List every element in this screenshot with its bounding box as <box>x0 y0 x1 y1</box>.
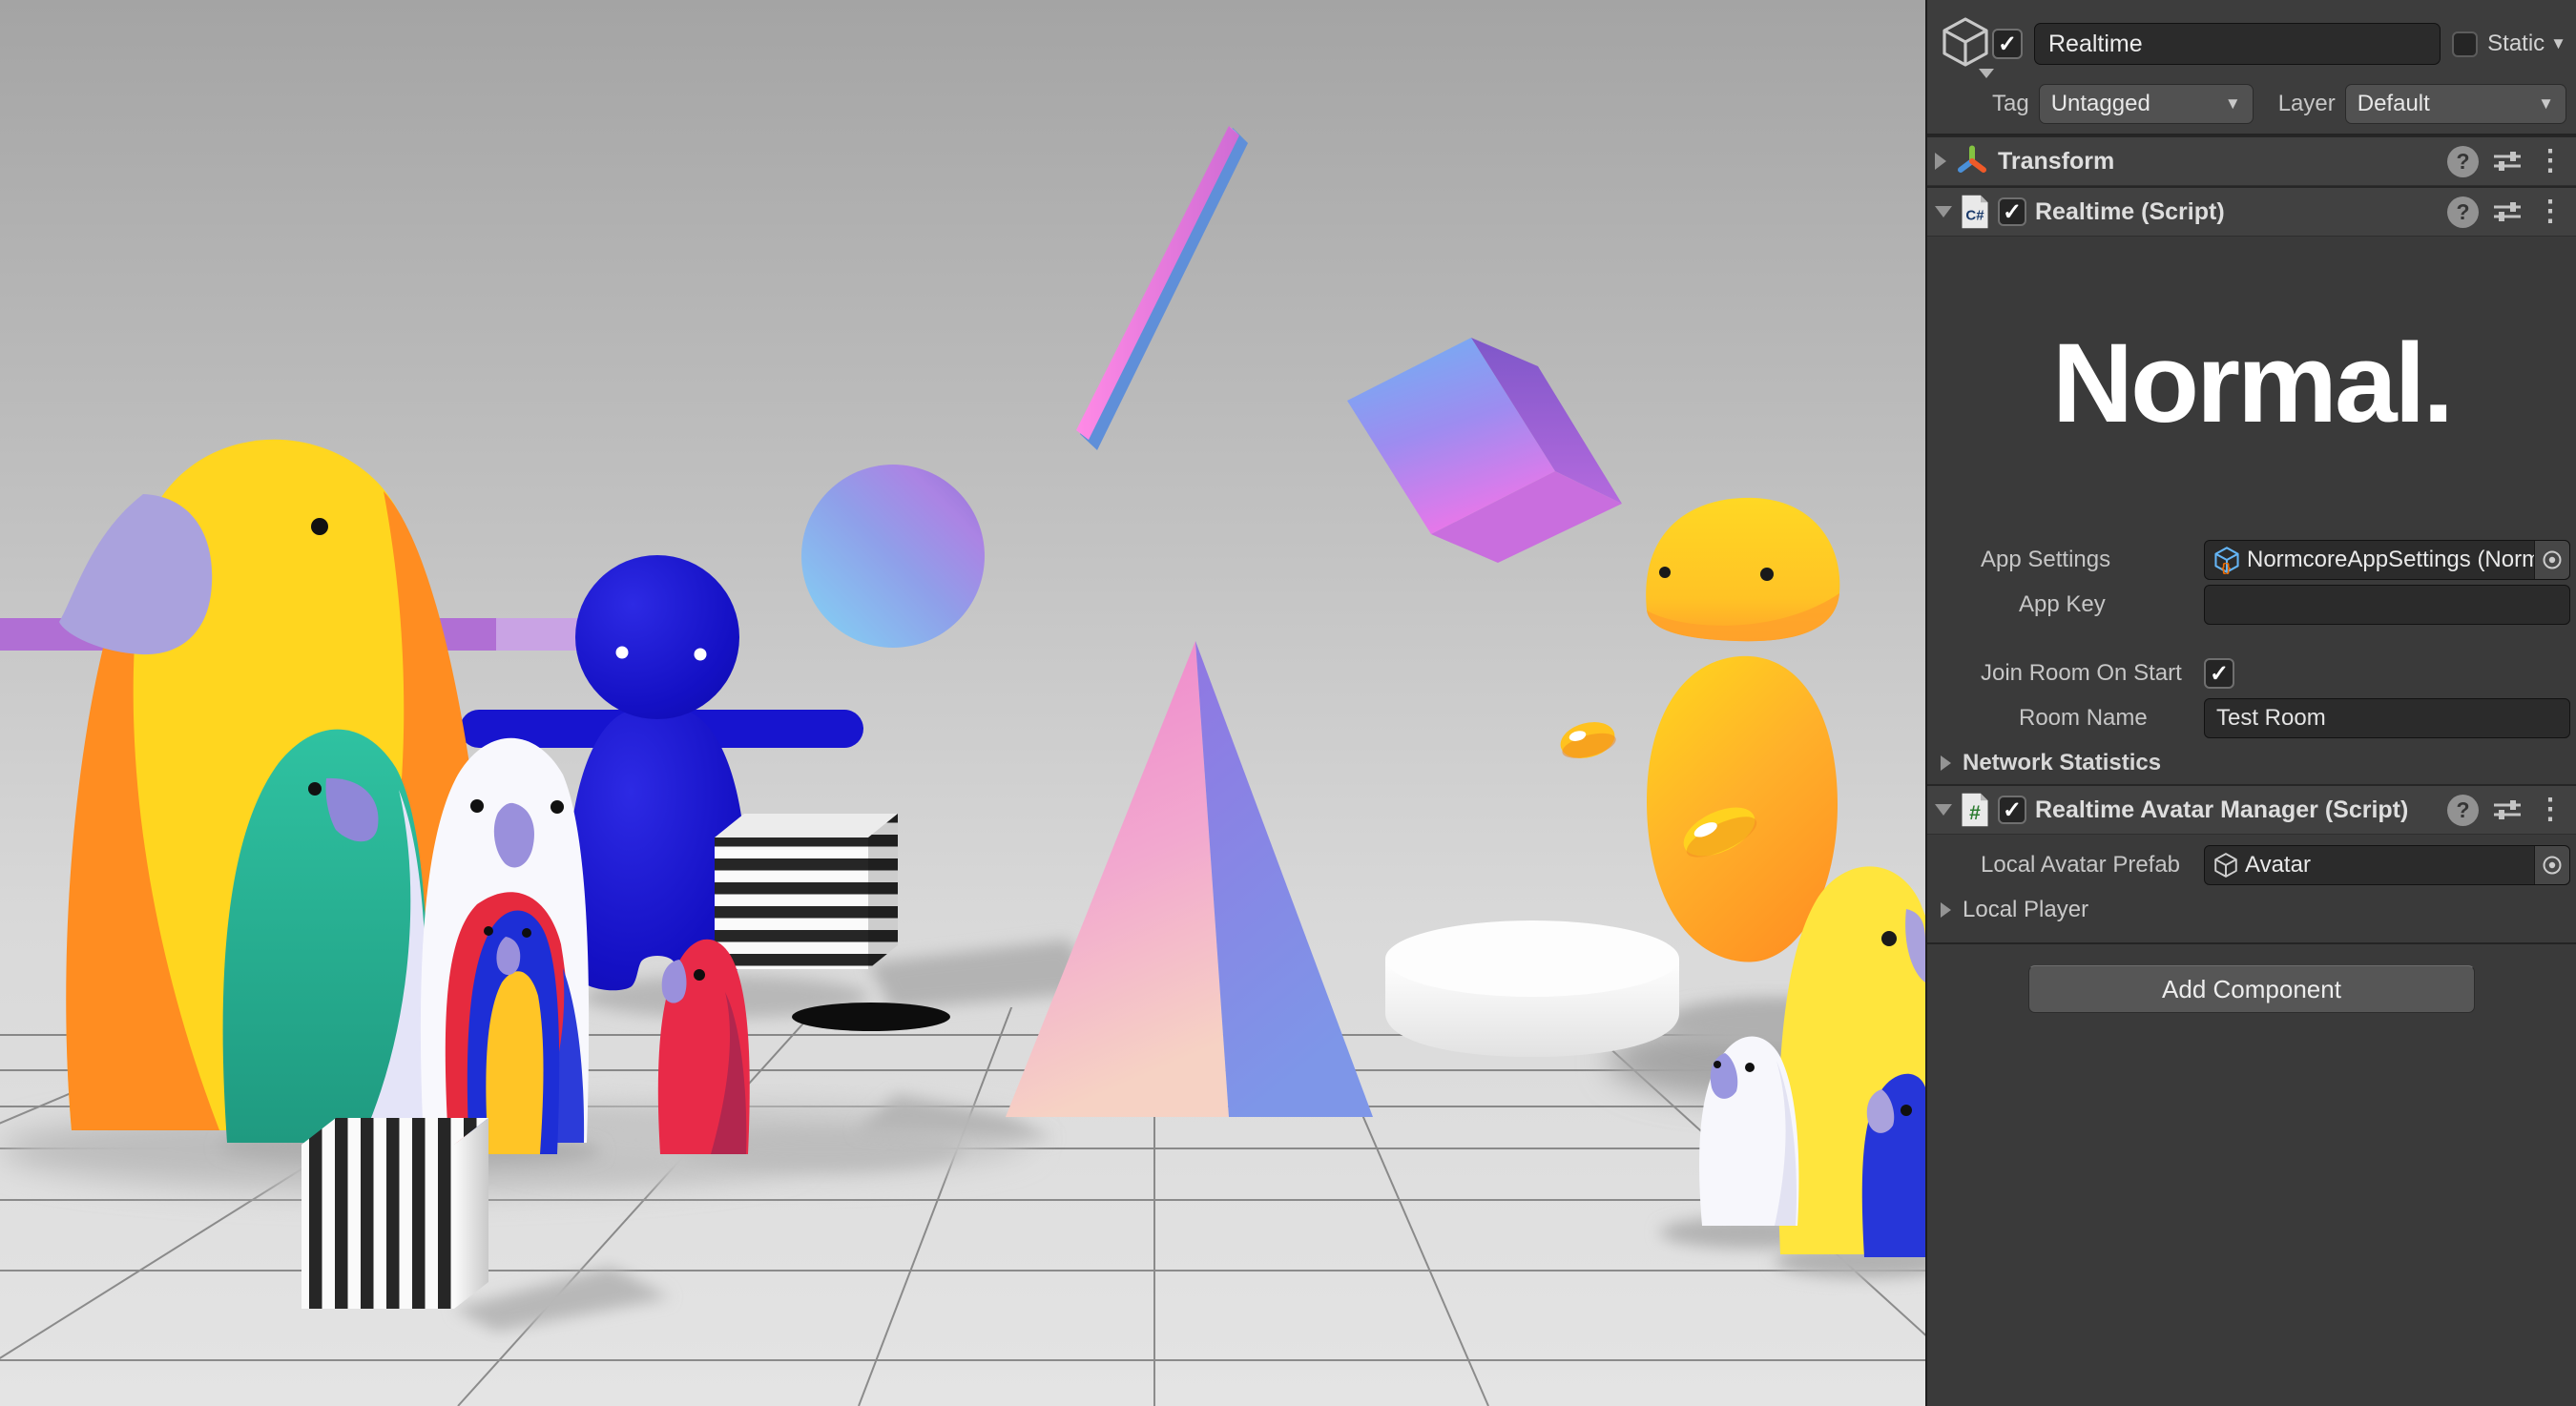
inspector-panel: ✓ Static ▼ Tag Untagged ▼ Layer Default … <box>1925 0 2576 1406</box>
tag-value: Untagged <box>2051 91 2150 117</box>
layer-label: Layer <box>2278 91 2336 117</box>
app-key-input[interactable] <box>2204 585 2570 625</box>
svg-text:#: # <box>1969 802 1981 824</box>
red-penguin[interactable] <box>658 940 750 1154</box>
local-avatar-prefab-row: Local Avatar Prefab Avatar <box>1927 844 2570 886</box>
tag-dropdown-arrow: ▼ <box>2212 94 2241 114</box>
static-dropdown-arrow[interactable]: ▼ <box>2550 34 2566 53</box>
normal-logo: Normal. <box>1927 237 2576 536</box>
foldout-arrow <box>1941 755 1951 771</box>
csharp-script-icon: # <box>1961 792 1989 828</box>
local-avatar-prefab-field[interactable]: Avatar <box>2204 845 2570 885</box>
more-menu-icon[interactable]: ⋮ <box>2536 197 2565 226</box>
room-name-input[interactable] <box>2204 698 2570 738</box>
right-blue-penguin[interactable] <box>1862 1074 1925 1257</box>
static-checkbox[interactable] <box>2452 31 2478 57</box>
layer-dropdown-arrow: ▼ <box>2524 94 2554 114</box>
more-menu-icon[interactable]: ⋮ <box>2536 796 2565 824</box>
svg-text:{}: {} <box>2221 562 2231 574</box>
app-settings-object-field[interactable]: {} NormcoreAppSettings (Norm <box>2204 540 2570 580</box>
local-player-foldout[interactable]: Local Player <box>1927 889 2576 931</box>
join-room-label: Join Room On Start <box>1927 660 2204 687</box>
gameobject-icon-caret[interactable] <box>1979 69 1994 78</box>
help-icon[interactable]: ? <box>2447 146 2479 177</box>
avatar-manager-header[interactable]: # ✓ Realtime Avatar Manager (Script) ? ⋮ <box>1927 784 2576 835</box>
hole-shadow <box>792 1003 950 1031</box>
transform-header[interactable]: Transform ? ⋮ <box>1927 135 2576 186</box>
realtime-title: Realtime (Script) <box>2035 198 2439 226</box>
presets-icon[interactable] <box>2492 796 2523 823</box>
striped-box[interactable] <box>301 1118 488 1309</box>
layer-value: Default <box>2358 91 2430 117</box>
app-key-row: App Key <box>1927 584 2570 626</box>
local-player-label: Local Player <box>1963 897 2088 923</box>
tag-dropdown[interactable]: Untagged ▼ <box>2039 84 2254 124</box>
realtime-script-header[interactable]: C# ✓ Realtime (Script) ? ⋮ <box>1927 186 2576 237</box>
svg-text:C#: C# <box>1965 207 1984 223</box>
room-name-row: Room Name <box>1927 697 2570 739</box>
avatar-manager-foldout[interactable] <box>1935 804 1952 816</box>
realtime-enabled-checkbox[interactable]: ✓ <box>1998 197 2026 226</box>
normcore-settings-icon: {} <box>2212 546 2241 574</box>
room-name-label: Room Name <box>1927 705 2204 732</box>
gradient-sphere[interactable] <box>801 465 985 648</box>
scene-view[interactable] <box>0 0 1925 1406</box>
avatar-manager-title: Realtime Avatar Manager (Script) <box>2035 796 2439 824</box>
unity-editor-window: ✓ Static ▼ Tag Untagged ▼ Layer Default … <box>0 0 2576 1406</box>
presets-icon[interactable] <box>2492 198 2523 225</box>
network-statistics-label: Network Statistics <box>1963 750 2161 776</box>
check-glyph: ✓ <box>1998 31 2017 58</box>
join-room-row: Join Room On Start ✓ <box>1927 652 2570 694</box>
network-statistics-foldout[interactable]: Network Statistics <box>1927 742 2576 784</box>
app-settings-value: NormcoreAppSettings (Norm <box>2247 547 2534 573</box>
foldout-arrow <box>1941 902 1951 918</box>
transform-title: Transform <box>1998 148 2439 176</box>
gameobject-active-checkbox[interactable]: ✓ <box>1992 29 2023 59</box>
join-room-checkbox[interactable]: ✓ <box>2204 658 2234 689</box>
presets-icon[interactable] <box>2492 148 2523 175</box>
prefab-cube-icon <box>2212 852 2239 879</box>
static-label: Static <box>2487 31 2545 57</box>
realtime-foldout[interactable] <box>1935 206 1952 217</box>
app-settings-label: App Settings <box>1927 547 2204 573</box>
gameobject-header: ✓ Static ▼ Tag Untagged ▼ Layer Default … <box>1927 0 2576 134</box>
more-menu-icon[interactable]: ⋮ <box>2536 147 2565 176</box>
app-settings-row: App Settings {} NormcoreAppSettings (Nor… <box>1927 539 2570 581</box>
app-key-label: App Key <box>1927 591 2204 618</box>
transform-icon <box>1955 144 1989 178</box>
local-avatar-prefab-value: Avatar <box>2245 852 2534 879</box>
layer-dropdown[interactable]: Default ▼ <box>2345 84 2566 124</box>
csharp-script-icon: C# <box>1961 194 1989 230</box>
gameobject-cube-icon[interactable] <box>1939 13 1992 74</box>
object-picker-icon[interactable] <box>2534 541 2569 579</box>
add-component-button[interactable]: Add Component <box>2028 965 2475 1013</box>
cylinder-podium[interactable] <box>1385 920 1679 1057</box>
help-icon[interactable]: ? <box>2447 196 2479 228</box>
tag-label: Tag <box>1992 91 2029 117</box>
gameobject-name-input[interactable] <box>2034 23 2441 65</box>
object-picker-icon[interactable] <box>2534 846 2569 884</box>
help-icon[interactable]: ? <box>2447 795 2479 826</box>
local-avatar-prefab-label: Local Avatar Prefab <box>1927 852 2204 879</box>
transform-foldout[interactable] <box>1935 153 1946 170</box>
avatar-manager-enabled-checkbox[interactable]: ✓ <box>1998 796 2026 824</box>
striped-cube[interactable] <box>715 814 898 969</box>
